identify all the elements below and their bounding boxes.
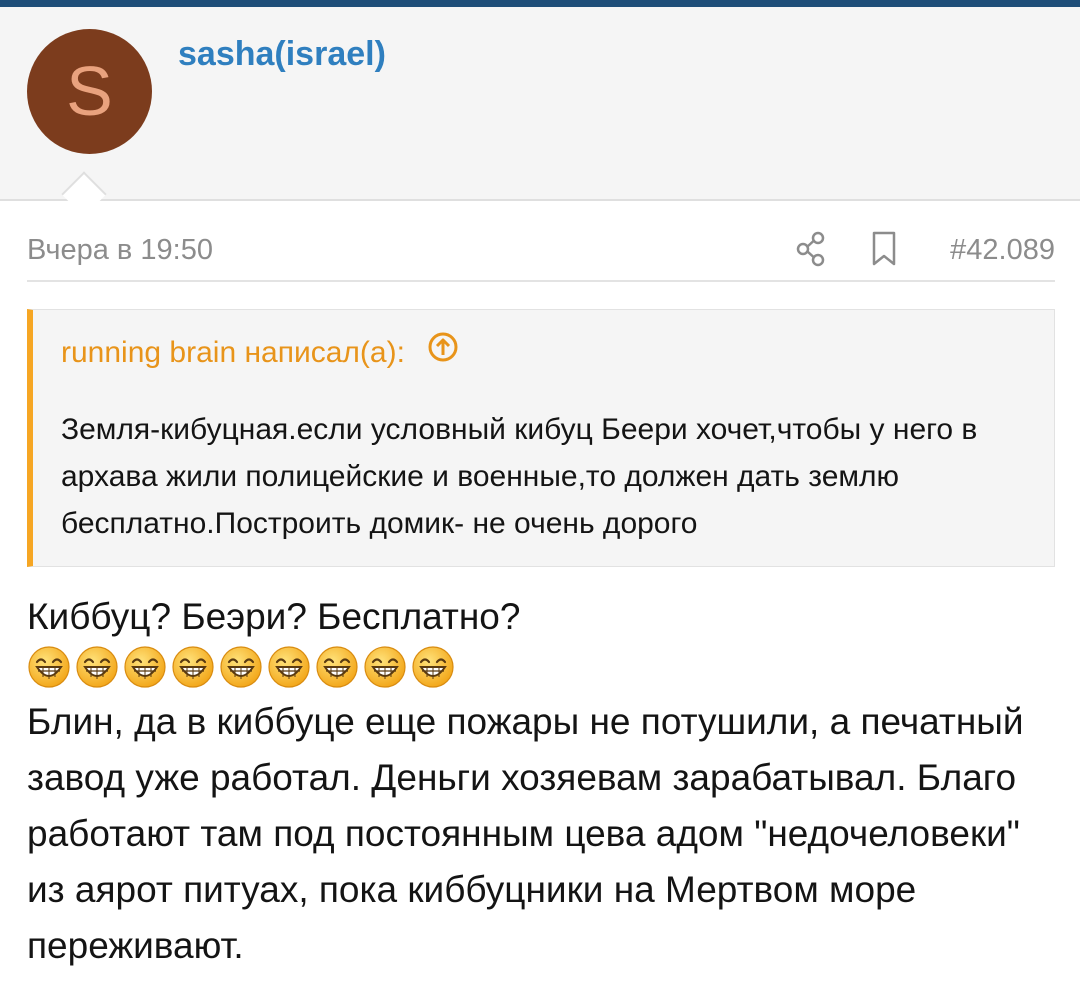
quote-block: running brain написал(а): Земля-кибуцная… [27,309,1055,567]
post-line-1: Киббуц? Беэри? Бесплатно? [27,596,521,637]
arrow-up-circle-icon[interactable] [427,331,459,371]
laughing-face-icon [172,646,214,688]
laughing-face-icon [124,646,166,688]
post-number-link[interactable]: #42.089 [950,234,1055,267]
top-bar [0,0,1080,7]
post-meta: Вчера в 19:50 #42.089 [27,220,1055,282]
post-date[interactable]: Вчера в 19:50 [27,234,213,267]
laughing-face-icon [268,646,310,688]
post-header: S sasha(israel) [0,7,1080,201]
share-icon[interactable] [794,230,830,273]
quote-text: Земля-кибуцная.если условный кибуц Беери… [61,413,978,540]
laughing-face-icon [364,646,406,688]
laughing-face-icon [28,646,70,688]
quote-author[interactable]: running brain написал(а): [61,336,405,369]
username-link[interactable]: sasha(israel) [178,35,386,74]
laughing-face-icon [316,646,358,688]
quote-header[interactable]: running brain написал(а): [61,331,459,374]
laughing-face-icon [76,646,118,688]
laughing-face-icon [412,646,454,688]
emoji-row [27,642,1067,692]
bookmark-icon[interactable] [870,230,898,273]
laughing-face-icon [220,646,262,688]
post-paragraph: Блин, да в киббуце еще пожары не потушил… [27,701,1024,966]
post-body: Киббуц? Беэри? Бесплатно? Блин, да в киб… [27,592,1067,974]
avatar[interactable]: S [27,29,152,154]
